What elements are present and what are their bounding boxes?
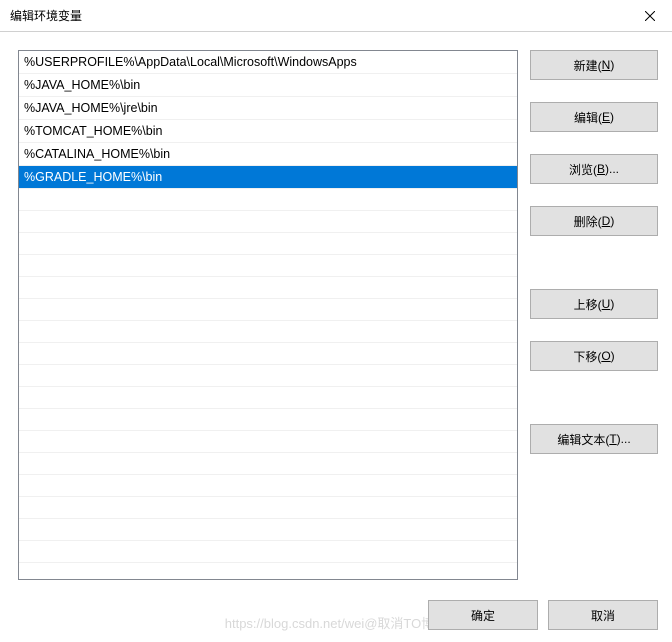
list-item-empty bbox=[19, 321, 517, 343]
edit-button[interactable]: 编辑(E) bbox=[530, 102, 658, 132]
ok-button[interactable]: 确定 bbox=[428, 600, 538, 630]
list-item[interactable]: %TOMCAT_HOME%\bin bbox=[19, 120, 517, 143]
delete-button[interactable]: 删除(D) bbox=[530, 206, 658, 236]
list-item-empty bbox=[19, 563, 517, 580]
dialog-footer: 确定 取消 bbox=[428, 600, 658, 630]
list-item-empty bbox=[19, 541, 517, 563]
side-button-panel: 新建(N) 编辑(E) 浏览(B)... 删除(D) 上移(U) 下移(O) 编… bbox=[530, 50, 658, 587]
window-title: 编辑环境变量 bbox=[10, 7, 82, 24]
list-item-empty bbox=[19, 365, 517, 387]
list-item-empty bbox=[19, 497, 517, 519]
list-item[interactable]: %JAVA_HOME%\bin bbox=[19, 74, 517, 97]
list-item[interactable]: %USERPROFILE%\AppData\Local\Microsoft\Wi… bbox=[19, 51, 517, 74]
list-item-empty bbox=[19, 409, 517, 431]
list-item-empty bbox=[19, 189, 517, 211]
list-item-empty bbox=[19, 233, 517, 255]
close-icon bbox=[645, 11, 655, 21]
list-item-empty bbox=[19, 475, 517, 497]
list-item-empty bbox=[19, 387, 517, 409]
list-item-empty bbox=[19, 519, 517, 541]
list-item[interactable]: %CATALINA_HOME%\bin bbox=[19, 143, 517, 166]
watermark-text: https://blog.csdn.net/wei@取消TO博客 bbox=[225, 613, 448, 632]
list-item-empty bbox=[19, 431, 517, 453]
list-item[interactable]: %JAVA_HOME%\jre\bin bbox=[19, 97, 517, 120]
browse-button[interactable]: 浏览(B)... bbox=[530, 154, 658, 184]
edittext-button[interactable]: 编辑文本(T)... bbox=[530, 424, 658, 454]
list-item-empty bbox=[19, 453, 517, 475]
list-item-empty bbox=[19, 343, 517, 365]
cancel-button[interactable]: 取消 bbox=[548, 600, 658, 630]
list-item[interactable]: %GRADLE_HOME%\bin bbox=[19, 166, 517, 189]
close-button[interactable] bbox=[627, 0, 672, 32]
titlebar: 编辑环境变量 bbox=[0, 0, 672, 32]
path-listbox[interactable]: %USERPROFILE%\AppData\Local\Microsoft\Wi… bbox=[18, 50, 518, 580]
dialog-content: %USERPROFILE%\AppData\Local\Microsoft\Wi… bbox=[0, 32, 672, 587]
new-button[interactable]: 新建(N) bbox=[530, 50, 658, 80]
list-item-empty bbox=[19, 299, 517, 321]
list-item-empty bbox=[19, 211, 517, 233]
list-item-empty bbox=[19, 255, 517, 277]
moveup-button[interactable]: 上移(U) bbox=[530, 289, 658, 319]
movedown-button[interactable]: 下移(O) bbox=[530, 341, 658, 371]
list-item-empty bbox=[19, 277, 517, 299]
